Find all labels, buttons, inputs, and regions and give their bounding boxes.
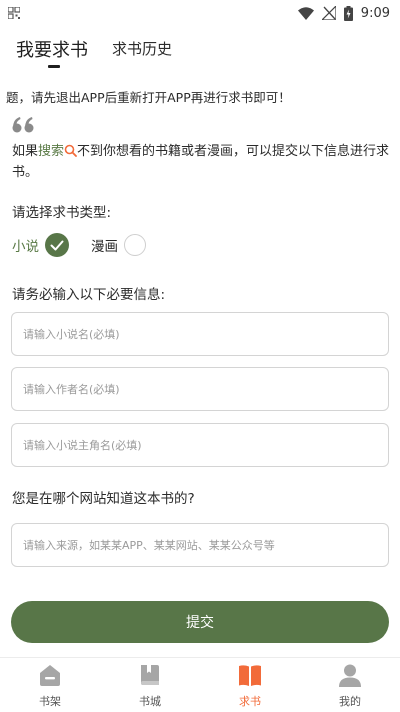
source-input[interactable] (12, 524, 388, 566)
nav-item-book-store[interactable]: 书城 (100, 658, 200, 712)
notice-text: 题，请先退出APP后重新打开APP再进行求书即可！ (6, 90, 291, 105)
radio-label-manga[interactable]: 漫画 (91, 235, 118, 255)
type-radio-group: 小说 漫画 (12, 232, 146, 258)
nav-label-book-store: 书城 (139, 695, 161, 708)
qr-icon (8, 7, 20, 19)
radio-manga[interactable] (124, 234, 146, 256)
search-icon[interactable] (64, 144, 77, 157)
quote-icon (12, 117, 34, 133)
nav-item-profile[interactable]: 我的 (300, 658, 400, 712)
nav-item-bookshelf[interactable]: 书架 (0, 658, 100, 712)
info-text: 如果搜索 不到你想看的书籍或者漫画，可以提交以下信息进行求书。 (12, 141, 390, 183)
book-store-icon (141, 665, 159, 685)
radio-novel[interactable] (45, 233, 69, 257)
no-signal-icon (321, 6, 336, 20)
nav-label-profile: 我的 (339, 695, 361, 708)
required-label: 请务必输入以下必要信息: (12, 287, 166, 303)
protagonist-name-field-box (11, 423, 389, 467)
nav-label-bookshelf: 书架 (39, 695, 61, 708)
novel-name-field-box (11, 312, 389, 356)
novel-name-input[interactable] (12, 313, 388, 355)
top-tabs: 我要求书 求书历史 (0, 30, 400, 76)
wifi-icon (297, 6, 314, 20)
battery-charging-icon (343, 5, 353, 21)
tab-request-history[interactable]: 求书历史 (112, 38, 172, 59)
radio-label-novel[interactable]: 小说 (12, 235, 39, 255)
nav-label-request-book: 求书 (239, 695, 261, 708)
bookshelf-icon (40, 665, 60, 686)
active-tab-indicator (48, 65, 60, 68)
protagonist-name-input[interactable] (12, 424, 388, 466)
tab-request-book[interactable]: 我要求书 (16, 36, 88, 62)
profile-icon (339, 664, 361, 687)
source-label: 您是在哪个网站知道这本书的? (12, 491, 195, 507)
submit-button[interactable]: 提交 (11, 601, 389, 643)
nav-item-request-book[interactable]: 求书 (200, 658, 300, 712)
info-prefix: 如果 (12, 144, 39, 159)
author-name-field-box (11, 367, 389, 411)
bottom-nav: 书架 书城 求书 我的 (0, 657, 400, 712)
source-field-box (11, 523, 389, 567)
type-label: 请选择求书类型: (12, 205, 112, 221)
check-icon (50, 240, 64, 250)
search-link[interactable]: 搜索 (38, 144, 64, 159)
status-bar: 9:09 (0, 0, 400, 26)
author-name-input[interactable] (12, 368, 388, 410)
request-book-icon (239, 665, 261, 686)
status-time: 9:09 (360, 5, 390, 21)
